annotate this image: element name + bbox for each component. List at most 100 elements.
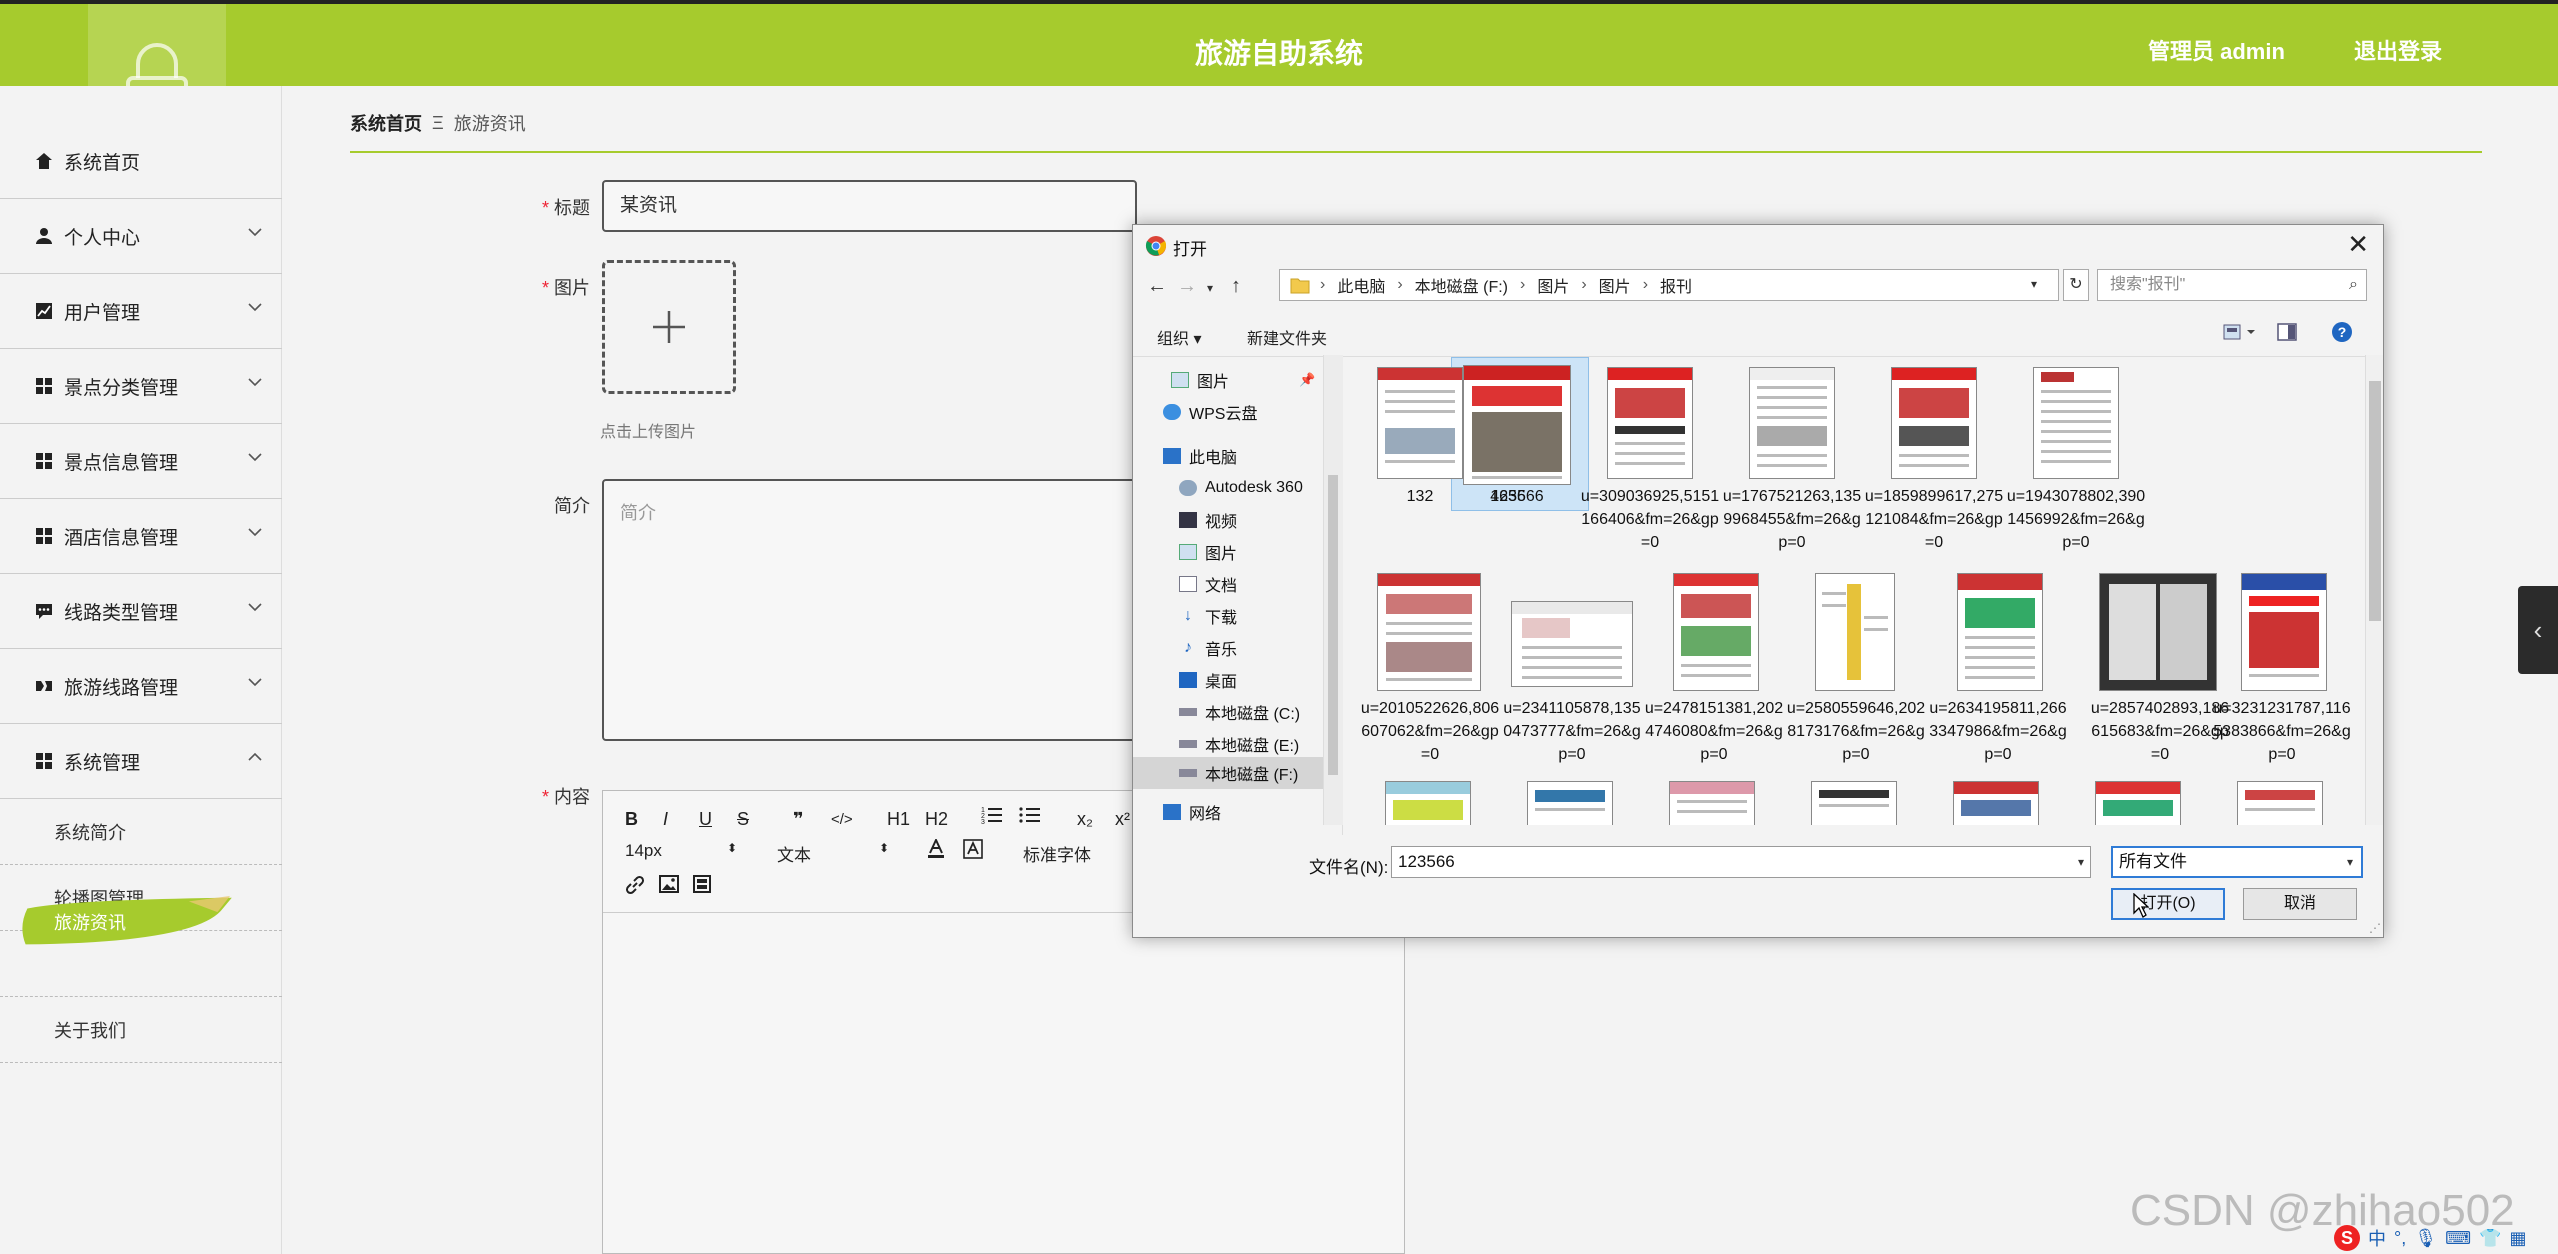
organize-button[interactable]: 组织 ▾ — [1157, 325, 1201, 349]
path-segment[interactable]: 图片 — [1537, 273, 1569, 297]
path-segment[interactable]: 图片 — [1599, 273, 1631, 297]
nav-item[interactable]: 网络 — [1163, 797, 1221, 827]
h1-button[interactable]: H1 — [887, 809, 910, 830]
nav-item[interactable]: WPS云盘 — [1163, 397, 1257, 427]
file-thumbnail[interactable] — [2241, 573, 2327, 691]
help-icon[interactable]: ? — [2331, 321, 2353, 348]
nav-scroll-thumb[interactable] — [1328, 475, 1338, 775]
superscript-button[interactable]: x² — [1115, 809, 1130, 830]
path-segment[interactable]: 此电脑 — [1337, 273, 1385, 297]
file-name[interactable]: u=2341105878,1350473777&fm=26&gp=0 — [1502, 697, 1642, 766]
file-grid-scroll-thumb[interactable] — [2369, 381, 2381, 621]
file-grid-scrollbar[interactable] — [2365, 355, 2383, 825]
keyboard-icon[interactable]: ⌨ — [2445, 1228, 2471, 1249]
file-name-selected[interactable]: 123566 — [1447, 485, 1587, 508]
bold-button[interactable]: B — [625, 809, 638, 830]
intro-textarea[interactable]: 简介 — [602, 479, 1137, 741]
file-name[interactable]: u=1943078802,3901456992&fm=26&gp=0 — [2006, 485, 2146, 554]
microphone-icon[interactable]: 🎙 — [2414, 1228, 2437, 1249]
preview-pane-icon[interactable] — [2277, 323, 2297, 346]
sidebar-item-system[interactable]: 系统管理 — [0, 724, 282, 799]
font-family-select[interactable]: 标准字体 — [1023, 841, 1091, 866]
nav-item-selected[interactable]: 本地磁盘 (F:) — [1179, 758, 1298, 788]
forward-arrow-icon[interactable]: → — [1177, 275, 1197, 298]
sidebar-item-route-type[interactable]: 线路类型管理 — [0, 574, 282, 649]
quote-button[interactable]: ❞ — [793, 809, 804, 830]
subscript-button[interactable]: x₂ — [1077, 809, 1093, 830]
nav-item[interactable]: 图片 — [1179, 537, 1237, 567]
up-arrow-icon[interactable]: ↑ — [1231, 275, 1241, 298]
file-thumbnail[interactable] — [1607, 367, 1693, 479]
file-thumbnail-selected[interactable] — [1463, 365, 1571, 485]
file-thumbnail[interactable] — [1953, 781, 2039, 825]
logout-link[interactable]: 退出登录 — [2354, 34, 2442, 66]
file-thumbnail[interactable] — [1377, 573, 1481, 691]
file-thumbnail[interactable] — [1385, 781, 1471, 825]
sidebar-item-route-manage[interactable]: 旅游线路管理 — [0, 649, 282, 724]
strike-button[interactable]: S — [737, 809, 749, 830]
chevron-down-icon[interactable]: ▾ — [2078, 847, 2084, 877]
sidebar-item-scenic-info[interactable]: 景点信息管理 — [0, 424, 282, 499]
breadcrumb-home[interactable]: 系统首页 — [350, 110, 422, 136]
path-segment[interactable]: 本地磁盘 (F:) — [1415, 273, 1508, 297]
file-name[interactable]: u=1859899617,275121084&fm=26&gp=0 — [1864, 485, 2004, 554]
font-size-select[interactable]: 14px — [625, 841, 662, 861]
file-name[interactable]: u=2857402893,186615683&fm=26&gp=0 — [2090, 697, 2230, 766]
new-folder-button[interactable]: 新建文件夹 — [1247, 325, 1327, 349]
file-type-select[interactable]: 所有文件 ▾ — [2111, 846, 2363, 878]
file-thumbnail[interactable] — [1669, 781, 1755, 825]
nav-item[interactable]: 视频 — [1179, 505, 1237, 535]
file-thumbnail[interactable] — [2099, 573, 2217, 691]
file-thumbnail[interactable] — [1527, 781, 1613, 825]
nav-scrollbar[interactable] — [1323, 355, 1343, 825]
file-thumbnail[interactable] — [1749, 367, 1835, 479]
recent-dropdown-icon[interactable]: ▾ — [1207, 281, 1213, 295]
refresh-icon[interactable]: ↻ — [2063, 269, 2089, 301]
file-name[interactable]: u=1767521263,1359968455&fm=26&gp=0 — [1722, 485, 1862, 554]
sogou-icon[interactable]: S — [2334, 1225, 2360, 1251]
address-dropdown-icon[interactable]: ▾ — [2031, 277, 2037, 291]
filename-input[interactable]: 123566 ▾ — [1391, 846, 2091, 878]
file-thumbnail[interactable] — [1815, 573, 1895, 691]
image-upload-button[interactable] — [602, 260, 736, 394]
text-style-select[interactable]: 文本 — [777, 841, 811, 866]
nav-item[interactable]: 文档 — [1179, 569, 1237, 599]
nav-item[interactable]: Autodesk 360 — [1179, 473, 1303, 503]
sub-item-about[interactable]: 关于我们 — [0, 997, 282, 1063]
file-thumbnail[interactable] — [2237, 781, 2323, 825]
underline-button[interactable]: U — [699, 809, 712, 830]
background-color-button[interactable] — [963, 839, 983, 864]
sub-item-system-intro[interactable]: 系统简介 — [0, 799, 282, 865]
file-thumbnail[interactable] — [1957, 573, 2043, 691]
collapse-panel-button[interactable]: ‹ — [2518, 586, 2558, 674]
path-segment[interactable]: 报刊 — [1660, 273, 1692, 297]
address-bar[interactable]: › 此电脑 › 本地磁盘 (F:) › 图片 › 图片 › 报刊 — [1279, 269, 2059, 301]
file-thumbnail[interactable] — [1511, 601, 1633, 687]
font-color-button[interactable] — [927, 837, 945, 864]
cancel-button[interactable]: 取消 — [2243, 888, 2357, 920]
nav-item[interactable]: 图片 — [1171, 365, 1229, 395]
skin-icon[interactable]: 👕 — [2479, 1228, 2501, 1249]
nav-item[interactable]: 此电脑 — [1163, 441, 1237, 471]
ordered-list-button[interactable]: 123 — [981, 805, 1003, 830]
code-button[interactable]: </> — [831, 811, 853, 828]
file-name[interactable]: u=309036925,5151166406&fm=26&gp=0 — [1580, 485, 1720, 554]
grid-icon[interactable]: ▦ — [2509, 1228, 2526, 1249]
close-icon[interactable]: ✕ — [2347, 229, 2369, 260]
open-button[interactable]: 打开(O) — [2111, 888, 2225, 920]
resize-grip-icon[interactable]: ⋰ — [2369, 921, 2381, 935]
punctuation-icon[interactable]: °, — [2394, 1228, 2406, 1249]
nav-item[interactable]: 本地磁盘 (C:) — [1179, 697, 1300, 727]
nav-item[interactable]: 桌面 — [1179, 665, 1237, 695]
file-name[interactable]: u=2580559646,2028173176&fm=26&gp=0 — [1786, 697, 1926, 766]
nav-item[interactable]: ↓ 下载 — [1179, 601, 1237, 631]
file-thumbnail[interactable] — [1673, 573, 1759, 691]
sidebar-item-scenic-category[interactable]: 景点分类管理 — [0, 349, 282, 424]
file-thumbnail[interactable] — [2033, 367, 2119, 479]
title-input[interactable]: 某资讯 — [602, 180, 1137, 232]
file-name[interactable]: u=2010522626,806607062&fm=26&gp=0 — [1360, 697, 1500, 766]
folder-search-input[interactable]: 搜索"报刊" ⌕ — [2097, 269, 2367, 301]
file-name[interactable]: u=3231231787,1165383866&fm=26&gp=0 — [2212, 697, 2352, 766]
sidebar-item-profile[interactable]: 个人中心 — [0, 199, 282, 274]
file-thumbnail[interactable] — [1811, 781, 1897, 825]
